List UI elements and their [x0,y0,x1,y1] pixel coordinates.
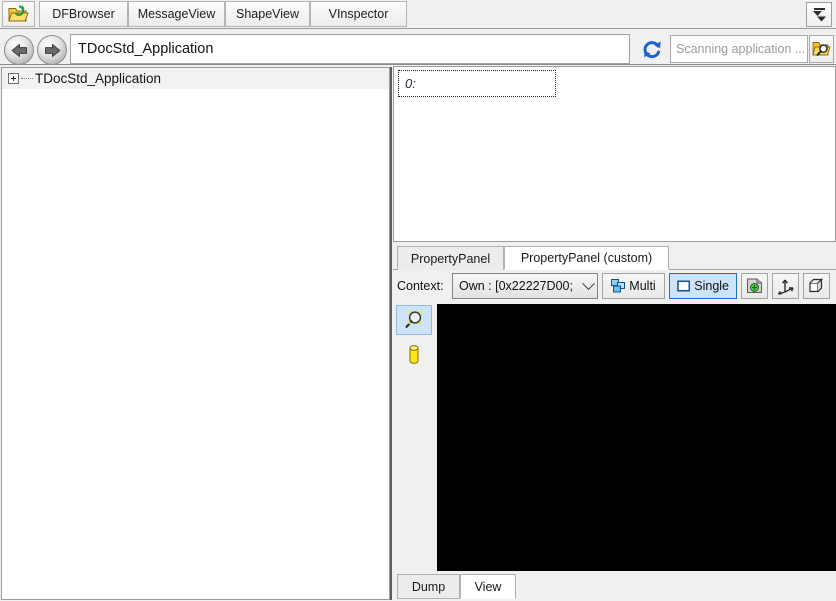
multi-select-label: Multi [629,279,656,293]
fit-all-button[interactable] [396,305,432,335]
open-folder-button[interactable] [2,1,35,27]
fit-all-icon [405,311,422,328]
refresh-button[interactable] [637,34,667,64]
tab-label: PropertyPanel [410,251,491,266]
tab-shapeview[interactable]: ShapeView [225,1,310,27]
back-arrow-icon [11,43,27,57]
tab-dump[interactable]: Dump [397,574,460,599]
view-area [393,303,836,571]
tab-label: Dump [411,579,446,594]
multi-select-button[interactable]: Multi [602,273,665,299]
tab-label: ShapeView [236,7,300,21]
single-select-icon [677,280,691,292]
horizontal-splitter[interactable] [390,67,392,600]
tab-vinspector[interactable]: VInspector [310,1,407,27]
context-dropdown[interactable]: Own : [0x22227D00; [452,273,598,299]
forward-arrow-icon [44,43,60,57]
address-text: TDocStd_Application [78,41,214,57]
tab-propertypanel-custom[interactable]: PropertyPanel (custom) [504,246,669,270]
search-button[interactable] [809,35,834,63]
trihedron-button[interactable] [772,273,799,299]
tab-label: MessageView [137,7,216,21]
object-tree-panel[interactable]: TDocStd_Application [1,67,390,600]
view-tools-sidebar [393,303,437,571]
property-table-header-cell[interactable]: 0: [398,70,556,97]
application-window: DFBrowser MessageView ShapeView VInspect… [0,0,836,601]
bounding-box-button[interactable] [803,273,830,299]
tree-connector [21,78,33,79]
expand-toggle-icon[interactable] [8,73,19,84]
open-folder-refresh-icon [8,4,29,21]
tab-label: DFBrowser [52,7,115,21]
refresh-icon [643,40,661,58]
display-mode-icon [747,278,762,293]
bottom-tab-bar: Dump View [393,572,836,600]
forward-button[interactable] [37,35,67,65]
tab-view[interactable]: View [460,574,516,599]
tree-item-label: TDocStd_Application [35,71,162,86]
overflow-dash [813,7,825,10]
tab-messageview[interactable]: MessageView [128,1,225,27]
trihedron-axis-icon [777,279,794,295]
tab-overflow-button[interactable] [806,2,832,27]
multi-select-icon [611,279,626,293]
display-mode-button[interactable] [741,273,768,299]
tab-label: View [474,579,502,594]
context-label: Context: [397,279,444,293]
property-panel-tabs: PropertyPanel PropertyPanel (custom) [393,246,836,270]
tree-item-tdocstd-application[interactable]: TDocStd_Application [2,68,389,89]
tab-dfbrowser[interactable]: DFBrowser [39,1,128,27]
tab-label: VInspector [328,7,389,21]
chevron-down-icon [813,10,826,21]
address-input[interactable]: TDocStd_Application [70,34,630,64]
chevron-down-icon [582,276,595,290]
single-select-label: Single [694,279,729,293]
3d-viewport[interactable] [437,304,836,571]
bounding-box-icon [809,278,823,293]
context-dropdown-value: Own : [0x22227D00; [459,279,573,293]
context-toolbar: Context: Own : [0x22227D00; Multi Single [393,272,836,302]
folder-search-icon [812,42,831,56]
single-select-button[interactable]: Single [669,273,737,299]
tab-label: PropertyPanel (custom) [520,251,653,265]
property-table[interactable]: 0: [393,66,836,242]
cylinder-icon [409,345,419,364]
tab-propertypanel[interactable]: PropertyPanel [397,246,504,270]
cylinder-button[interactable] [396,340,432,370]
back-button[interactable] [4,35,34,65]
search-input[interactable]: Scanning application ... [670,35,808,63]
module-tab-bar: DFBrowser MessageView ShapeView VInspect… [0,0,836,29]
right-panel: 0: PropertyPanel PropertyPanel (custom) … [393,66,836,601]
